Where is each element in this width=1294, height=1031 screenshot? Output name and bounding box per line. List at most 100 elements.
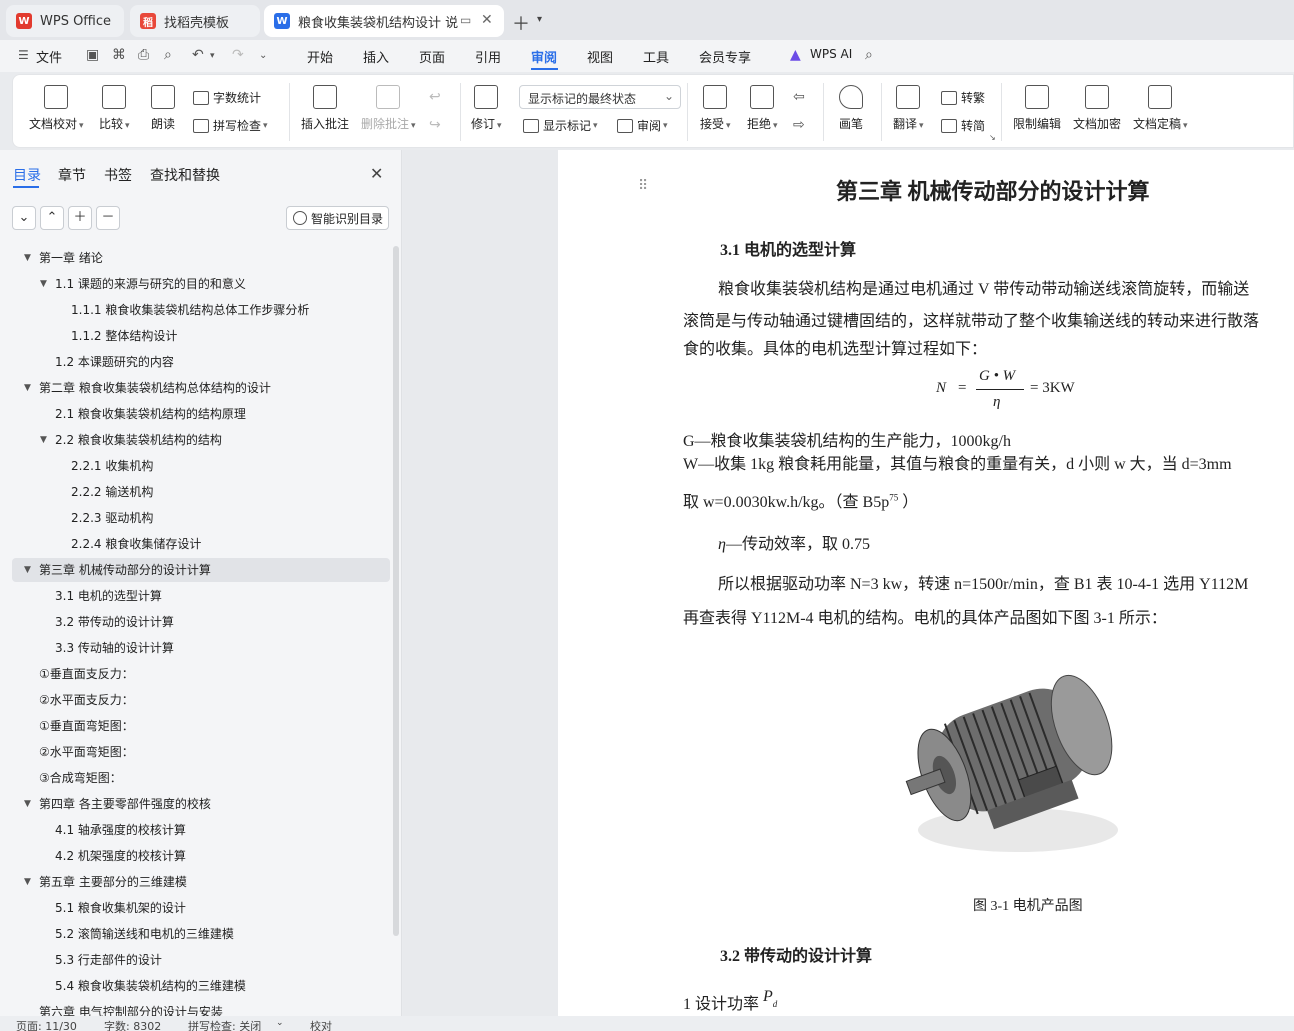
more-chevron-icon[interactable]: ⌄ bbox=[259, 50, 267, 61]
to-traditional-button[interactable]: 转繁 bbox=[941, 89, 985, 106]
toc-item[interactable]: ▼ 第五章 主要部分的三维建模 bbox=[12, 870, 390, 894]
toc-item[interactable]: ▼ 1.1 课题的来源与研究的目的和意义 bbox=[12, 272, 390, 296]
compare-button[interactable]: 比较 ▾ bbox=[99, 85, 130, 132]
page-indicator[interactable]: 页面: 11/30 bbox=[16, 1018, 77, 1031]
menu-references[interactable]: 引用 bbox=[475, 47, 501, 66]
toc-item[interactable]: 3.3 传动轴的设计计算 bbox=[12, 636, 390, 660]
expand-triangle-icon[interactable]: ▼ bbox=[24, 792, 31, 816]
expand-up-button[interactable]: ⌃ bbox=[40, 206, 64, 230]
revise-button[interactable]: 修订 ▾ bbox=[471, 85, 502, 132]
toc-item[interactable]: 2.2.1 收集机构 bbox=[12, 454, 390, 478]
review-pane-button[interactable]: 审阅 ▾ bbox=[617, 117, 668, 134]
toc-item[interactable]: ▼ 第三章 机械传动部分的设计计算 bbox=[12, 558, 390, 582]
read-aloud-button[interactable]: 朗读 bbox=[151, 85, 175, 132]
menu-member[interactable]: 会员专享 bbox=[699, 47, 751, 66]
restrict-edit-button[interactable]: 限制编辑 bbox=[1013, 85, 1061, 132]
expand-triangle-icon[interactable]: ▼ bbox=[24, 870, 31, 894]
expand-triangle-icon[interactable]: ▼ bbox=[40, 272, 47, 296]
tab-find-replace[interactable]: 查找和替换 bbox=[150, 165, 220, 185]
expand-triangle-icon[interactable]: ▼ bbox=[24, 376, 31, 400]
expand-triangle-icon[interactable]: ▼ bbox=[24, 246, 31, 270]
menu-tools[interactable]: 工具 bbox=[643, 47, 669, 66]
delete-comment-button[interactable]: 删除批注 ▾ bbox=[361, 85, 416, 132]
tab-bookmarks[interactable]: 书签 bbox=[104, 165, 132, 185]
insert-comment-button[interactable]: 插入批注 bbox=[301, 85, 349, 132]
tab-docer-templates[interactable]: 稻 找稻壳模板 bbox=[130, 5, 260, 37]
search-icon[interactable]: ⌕ bbox=[865, 47, 873, 63]
spell-check-button[interactable]: 拼写检查 ▾ bbox=[193, 117, 268, 134]
collapse-all-button[interactable]: ⌄ bbox=[12, 206, 36, 230]
print-icon[interactable]: ⎙ bbox=[138, 47, 149, 63]
doc-proof-button[interactable]: 文档校对 ▾ bbox=[29, 85, 84, 132]
toc-item[interactable]: ▼ 第四章 各主要零部件强度的校核 bbox=[12, 792, 390, 816]
accept-button[interactable]: 接受 ▾ bbox=[700, 85, 731, 132]
wps-ai-icon[interactable]: ▲ bbox=[790, 47, 801, 63]
toc-item[interactable]: 4.2 机架强度的校核计算 bbox=[12, 844, 390, 868]
toc-item[interactable]: 3.2 带传动的设计计算 bbox=[12, 610, 390, 634]
hamburger-menu-icon[interactable]: ☰ bbox=[18, 48, 29, 62]
word-count-status[interactable]: 字数: 8302 bbox=[104, 1018, 161, 1031]
undo-dropdown-icon[interactable]: ▾ bbox=[210, 51, 215, 61]
toc-item[interactable]: 1.1.2 整体结构设计 bbox=[12, 324, 390, 348]
reject-button[interactable]: 拒绝 ▾ bbox=[747, 85, 778, 132]
tab-chapters[interactable]: 章节 bbox=[58, 165, 86, 185]
prev-comment-icon[interactable]: ↩ bbox=[429, 89, 441, 105]
spell-check-status[interactable]: 拼写检查: 关闭 bbox=[188, 1018, 261, 1031]
link-icon[interactable]: ⌘ bbox=[112, 47, 126, 63]
toc-item[interactable]: ③合成弯矩图： bbox=[12, 766, 390, 790]
to-simplified-button[interactable]: 转简 bbox=[941, 117, 985, 134]
print-preview-icon[interactable]: ⌕ bbox=[164, 47, 172, 63]
pen-button[interactable]: 画笔 bbox=[839, 85, 863, 132]
toc-item[interactable]: 3.1 电机的选型计算 bbox=[12, 584, 390, 608]
dialog-launcher-icon[interactable]: ↘ bbox=[989, 133, 996, 142]
add-heading-button[interactable]: ＋ bbox=[68, 206, 92, 230]
document-page[interactable]: ⠿ 第三章 机械传动部分的设计计算 3.1 电机的选型计算 粮食收集装袋机结构是… bbox=[558, 150, 1294, 1016]
toc-item[interactable]: ▼ 2.2 粮食收集装袋机结构的结构 bbox=[12, 428, 390, 452]
remove-heading-button[interactable]: － bbox=[96, 206, 120, 230]
tab-wps-office[interactable]: W WPS Office bbox=[6, 5, 124, 37]
toc-item[interactable]: 2.2.2 输送机构 bbox=[12, 480, 390, 504]
word-count-button[interactable]: 字数统计 bbox=[193, 89, 261, 106]
close-icon[interactable]: ✕ bbox=[370, 164, 383, 183]
toc-item[interactable]: ①垂直面弯矩图： bbox=[12, 714, 390, 738]
toc-item[interactable]: 1.1.1 粮食收集装袋机结构总体工作步骤分析 bbox=[12, 298, 390, 322]
menu-view[interactable]: 视图 bbox=[587, 47, 613, 66]
expand-triangle-icon[interactable]: ▼ bbox=[24, 558, 31, 582]
markup-state-select[interactable]: 显示标记的最终状态 ⌄ bbox=[519, 85, 681, 109]
menu-home[interactable]: 开始 bbox=[307, 47, 333, 66]
file-menu[interactable]: 文件 bbox=[36, 47, 62, 66]
motor-image[interactable] bbox=[898, 630, 1128, 870]
menu-review[interactable]: 审阅 bbox=[531, 47, 557, 66]
wps-ai-button[interactable]: WPS AI bbox=[810, 47, 852, 61]
toc-item[interactable]: ②水平面支反力： bbox=[12, 688, 390, 712]
toc-item[interactable]: ▼ 第二章 粮食收集装袋机结构总体结构的设计 bbox=[12, 376, 390, 400]
toc-item[interactable]: 5.1 粮食收集机架的设计 bbox=[12, 896, 390, 920]
toc-item[interactable]: 5.2 滚筒输送线和电机的三维建模 bbox=[12, 922, 390, 946]
undo-icon[interactable]: ↶ bbox=[192, 47, 204, 63]
toc-item[interactable]: 5.3 行走部件的设计 bbox=[12, 948, 390, 972]
spell-chevron-icon[interactable]: ⌄ bbox=[276, 1018, 284, 1028]
toc-item[interactable]: 2.2.3 驱动机构 bbox=[12, 506, 390, 530]
toc-item[interactable]: 2.2.4 粮食收集储存设计 bbox=[12, 532, 390, 556]
drag-handle-icon[interactable]: ⠿ bbox=[638, 178, 648, 194]
toc-item[interactable]: 2.1 粮食收集装袋机结构的结构原理 bbox=[12, 402, 390, 426]
toc-item[interactable]: ①垂直面支反力： bbox=[12, 662, 390, 686]
expand-triangle-icon[interactable]: ▼ bbox=[40, 428, 47, 452]
new-tab-icon[interactable]: ＋ bbox=[512, 10, 530, 36]
toc-item[interactable]: 5.4 粮食收集装袋机结构的三维建模 bbox=[12, 974, 390, 998]
smart-toc-button[interactable]: 智能识别目录 bbox=[286, 206, 389, 230]
next-comment-icon[interactable]: ↪ bbox=[429, 117, 441, 133]
encrypt-button[interactable]: 文档加密 bbox=[1073, 85, 1121, 132]
show-markup-button[interactable]: 显示标记 ▾ bbox=[523, 117, 598, 134]
tab-list-chevron-icon[interactable]: ▾ bbox=[537, 14, 542, 25]
menu-page[interactable]: 页面 bbox=[419, 47, 445, 66]
toc-item[interactable]: ②水平面弯矩图： bbox=[12, 740, 390, 764]
close-tab-icon[interactable]: ✕ bbox=[481, 12, 493, 28]
nav-scrollbar[interactable] bbox=[393, 246, 399, 936]
tab-current-document[interactable]: W 粮食收集装袋机结构设计 说明 ▭ ✕ bbox=[264, 5, 504, 37]
tab-toc[interactable]: 目录 bbox=[13, 165, 41, 185]
redo-icon[interactable]: ↷ bbox=[232, 47, 244, 63]
translate-button[interactable]: 翻译 ▾ bbox=[893, 85, 924, 132]
toc-item[interactable]: ▼ 第一章 绪论 bbox=[12, 246, 390, 270]
menu-insert[interactable]: 插入 bbox=[363, 47, 389, 66]
